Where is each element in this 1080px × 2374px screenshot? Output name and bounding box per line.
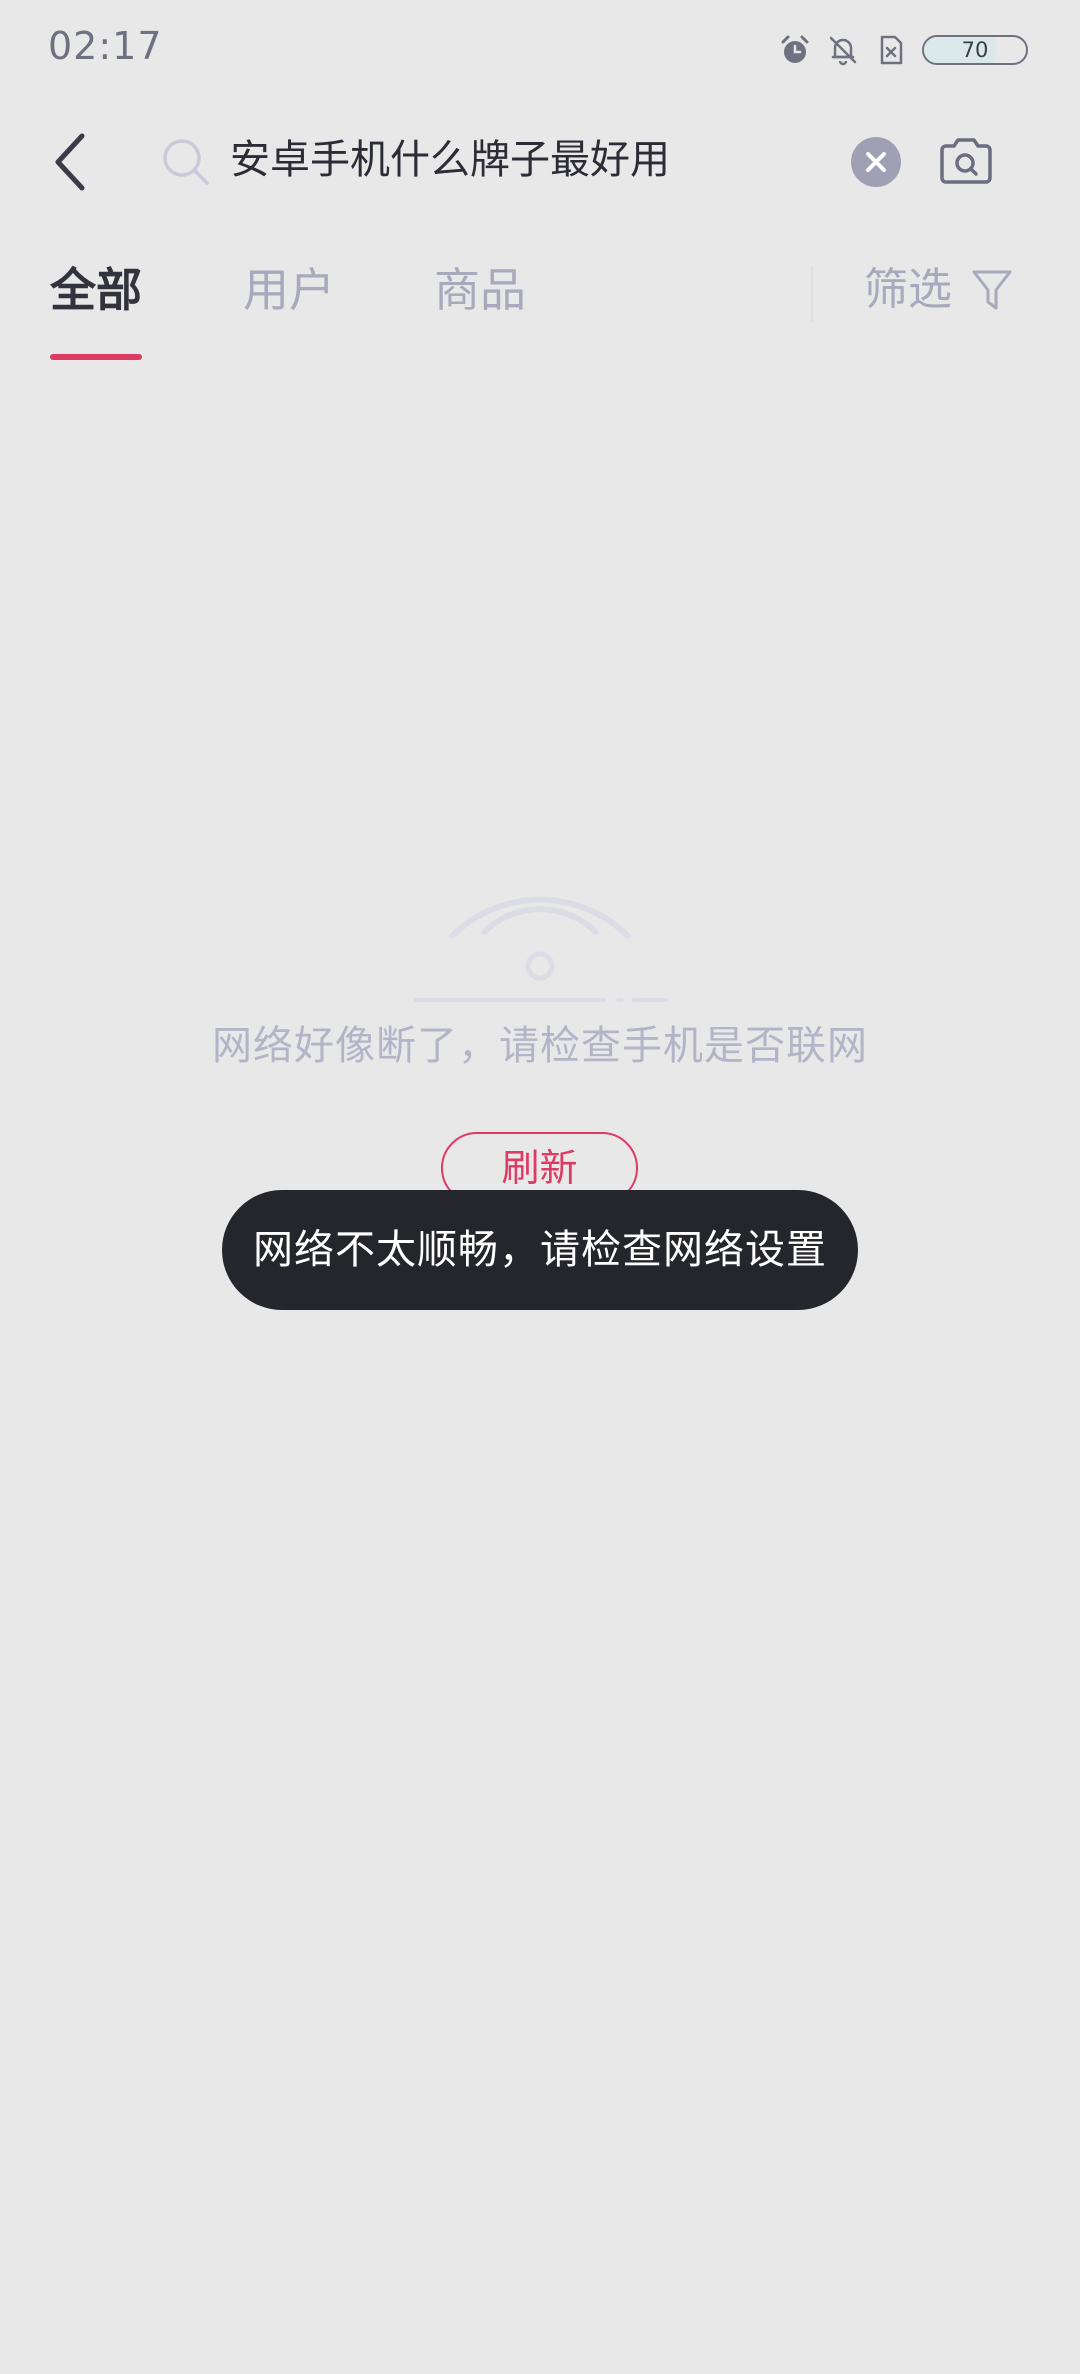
- result-tabs: 全部 用户 商品 筛选: [0, 250, 1080, 360]
- battery-level: 70: [961, 38, 989, 62]
- tab-users[interactable]: 用户: [243, 260, 335, 320]
- back-arrow-icon[interactable]: [40, 128, 104, 196]
- sim-off-icon: [880, 35, 903, 65]
- wifi-disconnected-icon: [414, 896, 668, 1002]
- search-results-page: 02:17 70 安卓手机什么牌子最好用 全部 用户 商品 筛选 网络好像断了，…: [0, 0, 1080, 2374]
- filter-label: 筛选: [864, 264, 952, 315]
- search-input[interactable]: 安卓手机什么牌子最好用: [230, 132, 670, 188]
- tab-products[interactable]: 商品: [434, 260, 526, 320]
- clear-icon[interactable]: [850, 136, 902, 188]
- toast-message: 网络不太顺畅，请检查网络设置: [222, 1190, 858, 1310]
- camera-icon[interactable]: [936, 132, 996, 192]
- search-icon: [163, 139, 209, 185]
- search-header: 安卓手机什么牌子最好用: [0, 110, 1080, 214]
- filter-button[interactable]: 筛选: [864, 260, 1014, 320]
- notifications-off-icon: [829, 36, 857, 66]
- filter-icon: [972, 270, 1012, 310]
- status-icons: 70: [778, 30, 1028, 70]
- status-time: 02:17: [48, 24, 163, 68]
- status-bar: 02:17 70: [0, 0, 1080, 96]
- tab-divider: [811, 266, 813, 322]
- battery-indicator: 70: [922, 35, 1028, 65]
- alarm-icon: [781, 35, 809, 63]
- active-tab-indicator: [50, 354, 142, 360]
- tab-all[interactable]: 全部: [50, 260, 142, 320]
- empty-state-message: 网络好像断了，请检查手机是否联网: [212, 1023, 868, 1069]
